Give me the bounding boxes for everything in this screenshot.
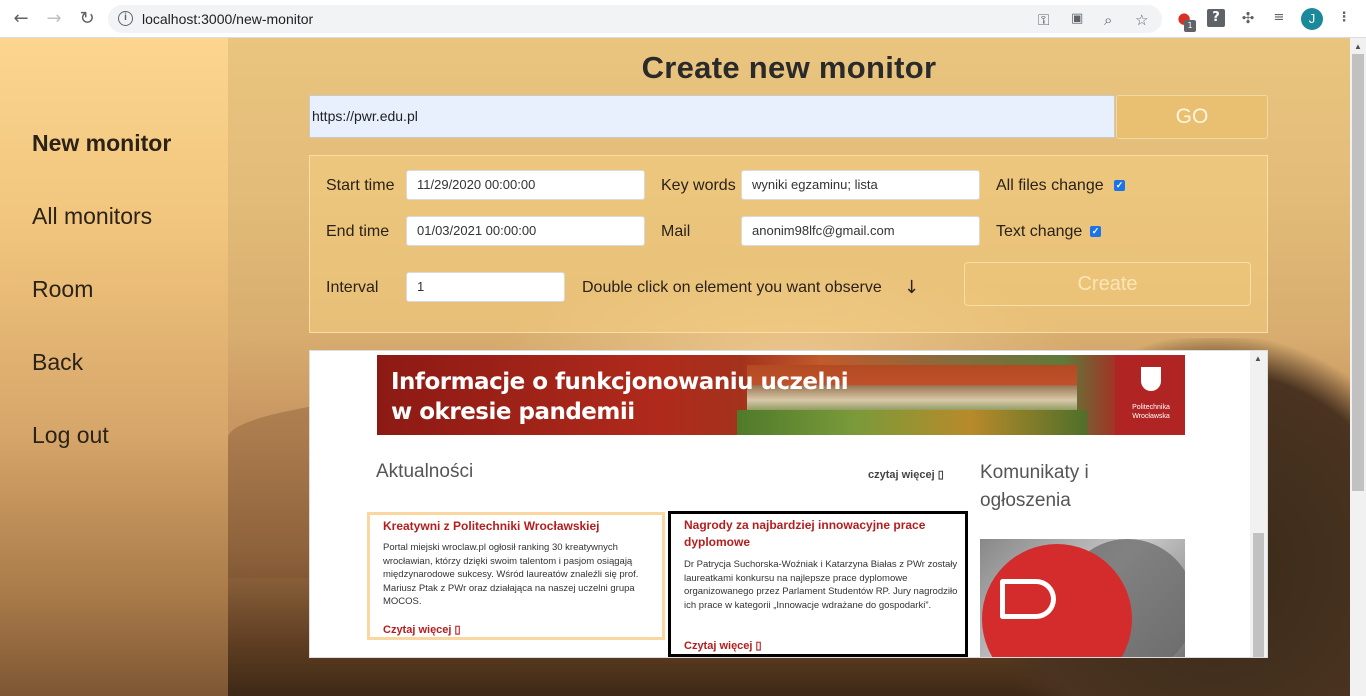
create-button[interactable]: Create (964, 262, 1251, 306)
sidebar-item-new-monitor[interactable]: New monitor (32, 130, 171, 157)
pwr-logo: Politechnika Wrocławska (1115, 355, 1185, 435)
extension-help-icon[interactable]: ? (1207, 9, 1225, 27)
website-preview[interactable]: Informacje o funkcjonowaniu uczelni w ok… (309, 350, 1268, 658)
interval-label: Interval (326, 279, 379, 296)
key-words-input[interactable]: wyniki egzaminu; lista (741, 170, 980, 200)
menu-kebab-icon[interactable]: ⋮ (1335, 9, 1353, 27)
translate-icon[interactable]: ▣ (1071, 11, 1083, 26)
banner-line-1: Informacje o funkcjonowaniu uczelni (391, 369, 849, 395)
news-card-read-more[interactable]: Czytaj więcej ▯ (383, 623, 461, 636)
pwr-shield-icon (1141, 367, 1161, 391)
address-bar[interactable]: i localhost:3000/new-monitor ⚿ ▣ ⌕ ☆ (108, 5, 1162, 33)
sidebar-item-all-monitors[interactable]: All monitors (32, 203, 152, 230)
end-time-label: End time (326, 223, 390, 240)
page-scrollbar[interactable]: ▲ (1350, 38, 1366, 696)
end-time-input[interactable]: 01/03/2021 00:00:00 (406, 216, 645, 246)
address-url[interactable]: localhost:3000/new-monitor (142, 11, 313, 27)
profile-avatar[interactable]: J (1301, 8, 1323, 30)
extension-badge: 1 (1184, 20, 1196, 32)
news-card-selected[interactable]: Nagrody za najbardziej innowacyjne prace… (668, 511, 968, 657)
sidebar: New monitor All monitors Room Back Log o… (0, 38, 228, 696)
banner-line-2: w okresie pandemii (391, 399, 635, 425)
sidebar-item-back[interactable]: Back (32, 349, 83, 376)
sidebar-item-log-out[interactable]: Log out (32, 422, 109, 449)
scroll-up-icon[interactable]: ▲ (1254, 354, 1262, 363)
preview-scrollbar[interactable]: ▲ (1250, 351, 1267, 657)
media-queue-icon[interactable]: ≡ (1270, 9, 1288, 27)
all-files-change-label: All files change (996, 177, 1104, 194)
news-card-text: Dr Patrycja Suchorska-Woźniak i Katarzyn… (684, 559, 958, 611)
browser-toolbar: ← → ↻ i localhost:3000/new-monitor ⚿ ▣ ⌕… (0, 0, 1366, 38)
sidebar-item-room[interactable]: Room (32, 276, 93, 303)
preview-scrollbar-thumb[interactable] (1253, 533, 1264, 657)
all-files-change-checkbox[interactable]: ✓ (1114, 180, 1125, 191)
scroll-up-icon[interactable]: ▲ (1354, 42, 1362, 51)
announcements-heading: Komunikaty i ogłoszenia (980, 462, 1089, 511)
pwr-logo-text: Politechnika Wrocławska (1132, 404, 1170, 420)
text-change-label: Text change (996, 223, 1083, 240)
scrollbar-thumb[interactable] (1352, 54, 1364, 491)
news-read-more-link[interactable]: czytaj więcej ▯ (868, 468, 944, 481)
banner-text: Informacje o funkcjonowaniu uczelni w ok… (391, 367, 849, 427)
pandemic-info-banner[interactable]: Informacje o funkcjonowaniu uczelni w ok… (377, 355, 1185, 435)
arrow-down-icon: ↓ (904, 277, 920, 298)
back-icon[interactable]: ← (9, 7, 33, 31)
news-heading: Aktualności (376, 461, 474, 482)
zoom-icon[interactable]: ⌕ (1104, 11, 1112, 29)
interval-input[interactable]: 1 (406, 272, 565, 302)
key-words-label: Key words (661, 177, 736, 194)
start-time-input[interactable]: 11/29/2020 00:00:00 (406, 170, 645, 200)
reload-icon[interactable]: ↻ (75, 7, 99, 31)
news-card-title[interactable]: Nagrody za najbardziej innowacyjne prace… (684, 517, 954, 551)
mail-label: Mail (661, 223, 691, 240)
key-icon[interactable]: ⚿ (1038, 11, 1049, 29)
forward-icon[interactable]: → (42, 7, 66, 31)
megaphone-icon (1000, 579, 1056, 619)
observe-hint: Double click on element you want observe (582, 279, 882, 296)
news-card-title[interactable]: Kreatywni z Politechniki Wrocławskiej (383, 518, 653, 535)
site-info-icon[interactable]: i (118, 11, 133, 26)
monitor-form: Start time 11/29/2020 00:00:00 End time … (309, 155, 1268, 333)
extensions-puzzle-icon[interactable]: ✣ (1239, 9, 1257, 27)
news-card[interactable]: Kreatywni z Politechniki Wrocławskiej Po… (367, 512, 665, 640)
text-change-checkbox[interactable]: ✓ (1090, 226, 1101, 237)
news-card-text: Portal miejski wroclaw.pl ogłosił rankin… (383, 542, 639, 607)
news-card-read-more[interactable]: Czytaj więcej ▯ (684, 639, 762, 652)
start-time-label: Start time (326, 177, 395, 194)
go-button[interactable]: GO (1116, 95, 1268, 139)
page-title: Create new monitor (641, 50, 937, 85)
url-input[interactable]: https://pwr.edu.pl (309, 95, 1115, 138)
bookmark-star-icon[interactable]: ☆ (1135, 11, 1148, 29)
announcements-image[interactable] (980, 539, 1185, 657)
mail-input[interactable]: anonim98lfc@gmail.com (741, 216, 980, 246)
